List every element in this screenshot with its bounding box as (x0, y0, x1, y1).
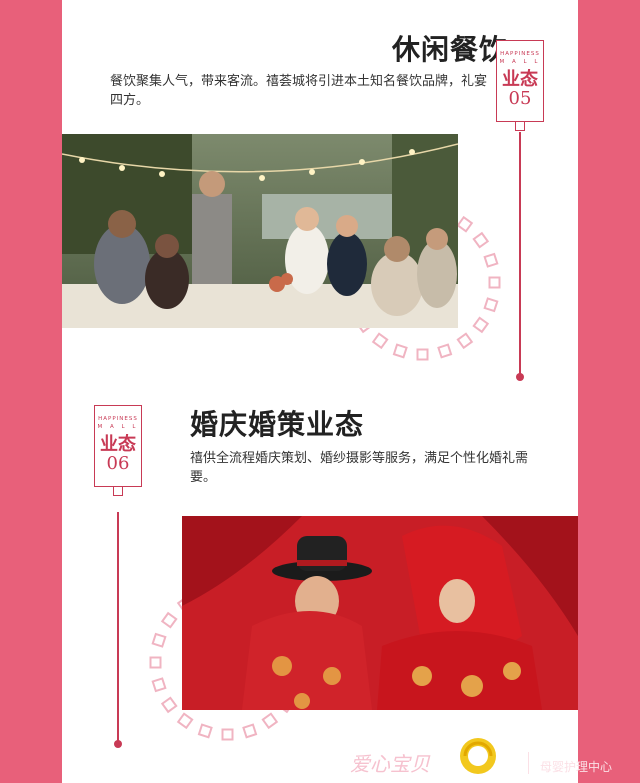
badge-happiness-text: HAPPINESS (500, 51, 540, 57)
badge-mall-text: M A L L (97, 424, 139, 430)
ring-square (488, 276, 501, 289)
ring-square (197, 723, 213, 739)
ring-square (437, 343, 453, 359)
section2-title: 婚庆婚策业态 (190, 408, 365, 441)
badge-happiness-text: HAPPINESS (98, 416, 138, 422)
section1-title: 休闲餐饮 (392, 33, 509, 66)
ring-square (160, 696, 178, 714)
ring-square (472, 231, 490, 249)
ring-square (472, 316, 490, 334)
badge-number: 06 (106, 453, 130, 474)
ring-square (483, 297, 499, 313)
timeline-dot-right (516, 373, 524, 381)
badge-label: 业态 (100, 434, 136, 455)
ring-square (176, 712, 194, 730)
ring-square (221, 728, 234, 741)
section1-description: 餐饮聚集人气，带来客流。禧荟城将引进本土知名餐饮品牌，礼宴四方。 (110, 74, 488, 108)
timeline-line-left (117, 512, 119, 744)
wedding-couple-photo (182, 516, 578, 710)
ring-square (160, 611, 178, 629)
dining-party-photo (62, 134, 458, 328)
ring-square (416, 348, 429, 361)
footer-tm-text: TM 高端家庭服务 (500, 737, 578, 748)
badge-tab (515, 121, 525, 131)
ring-square (151, 677, 167, 693)
ring-square (242, 723, 258, 739)
footer-subtitle: 母婴护理中心 (540, 760, 613, 774)
ring-square (392, 343, 408, 359)
ring-square (151, 632, 167, 648)
ring-square (371, 332, 389, 350)
ring-square (261, 712, 279, 730)
timeline-dot-left (114, 740, 122, 748)
ring-square (483, 252, 499, 268)
badge-label: 业态 (502, 69, 538, 90)
sun-logo-icon (460, 738, 496, 774)
badge-tab (113, 486, 123, 496)
footer-separator (528, 752, 529, 774)
badge-mall-text: M A L L (499, 59, 541, 65)
badge-number: 05 (508, 88, 532, 109)
ring-square (456, 215, 474, 233)
footer-brand-name: 爱心宝贝 (350, 752, 430, 776)
section2-description: 禧供全流程婚庆策划、婚纱摄影等服务，满足个性化婚礼需要。 (190, 451, 529, 485)
ring-square (456, 332, 474, 350)
section2-badge: HAPPINESS M A L L 业态 06 (94, 405, 142, 496)
section1-badge: HAPPINESS M A L L 业态 05 (496, 40, 544, 131)
timeline-line-right (519, 132, 521, 378)
ring-square (149, 656, 162, 669)
